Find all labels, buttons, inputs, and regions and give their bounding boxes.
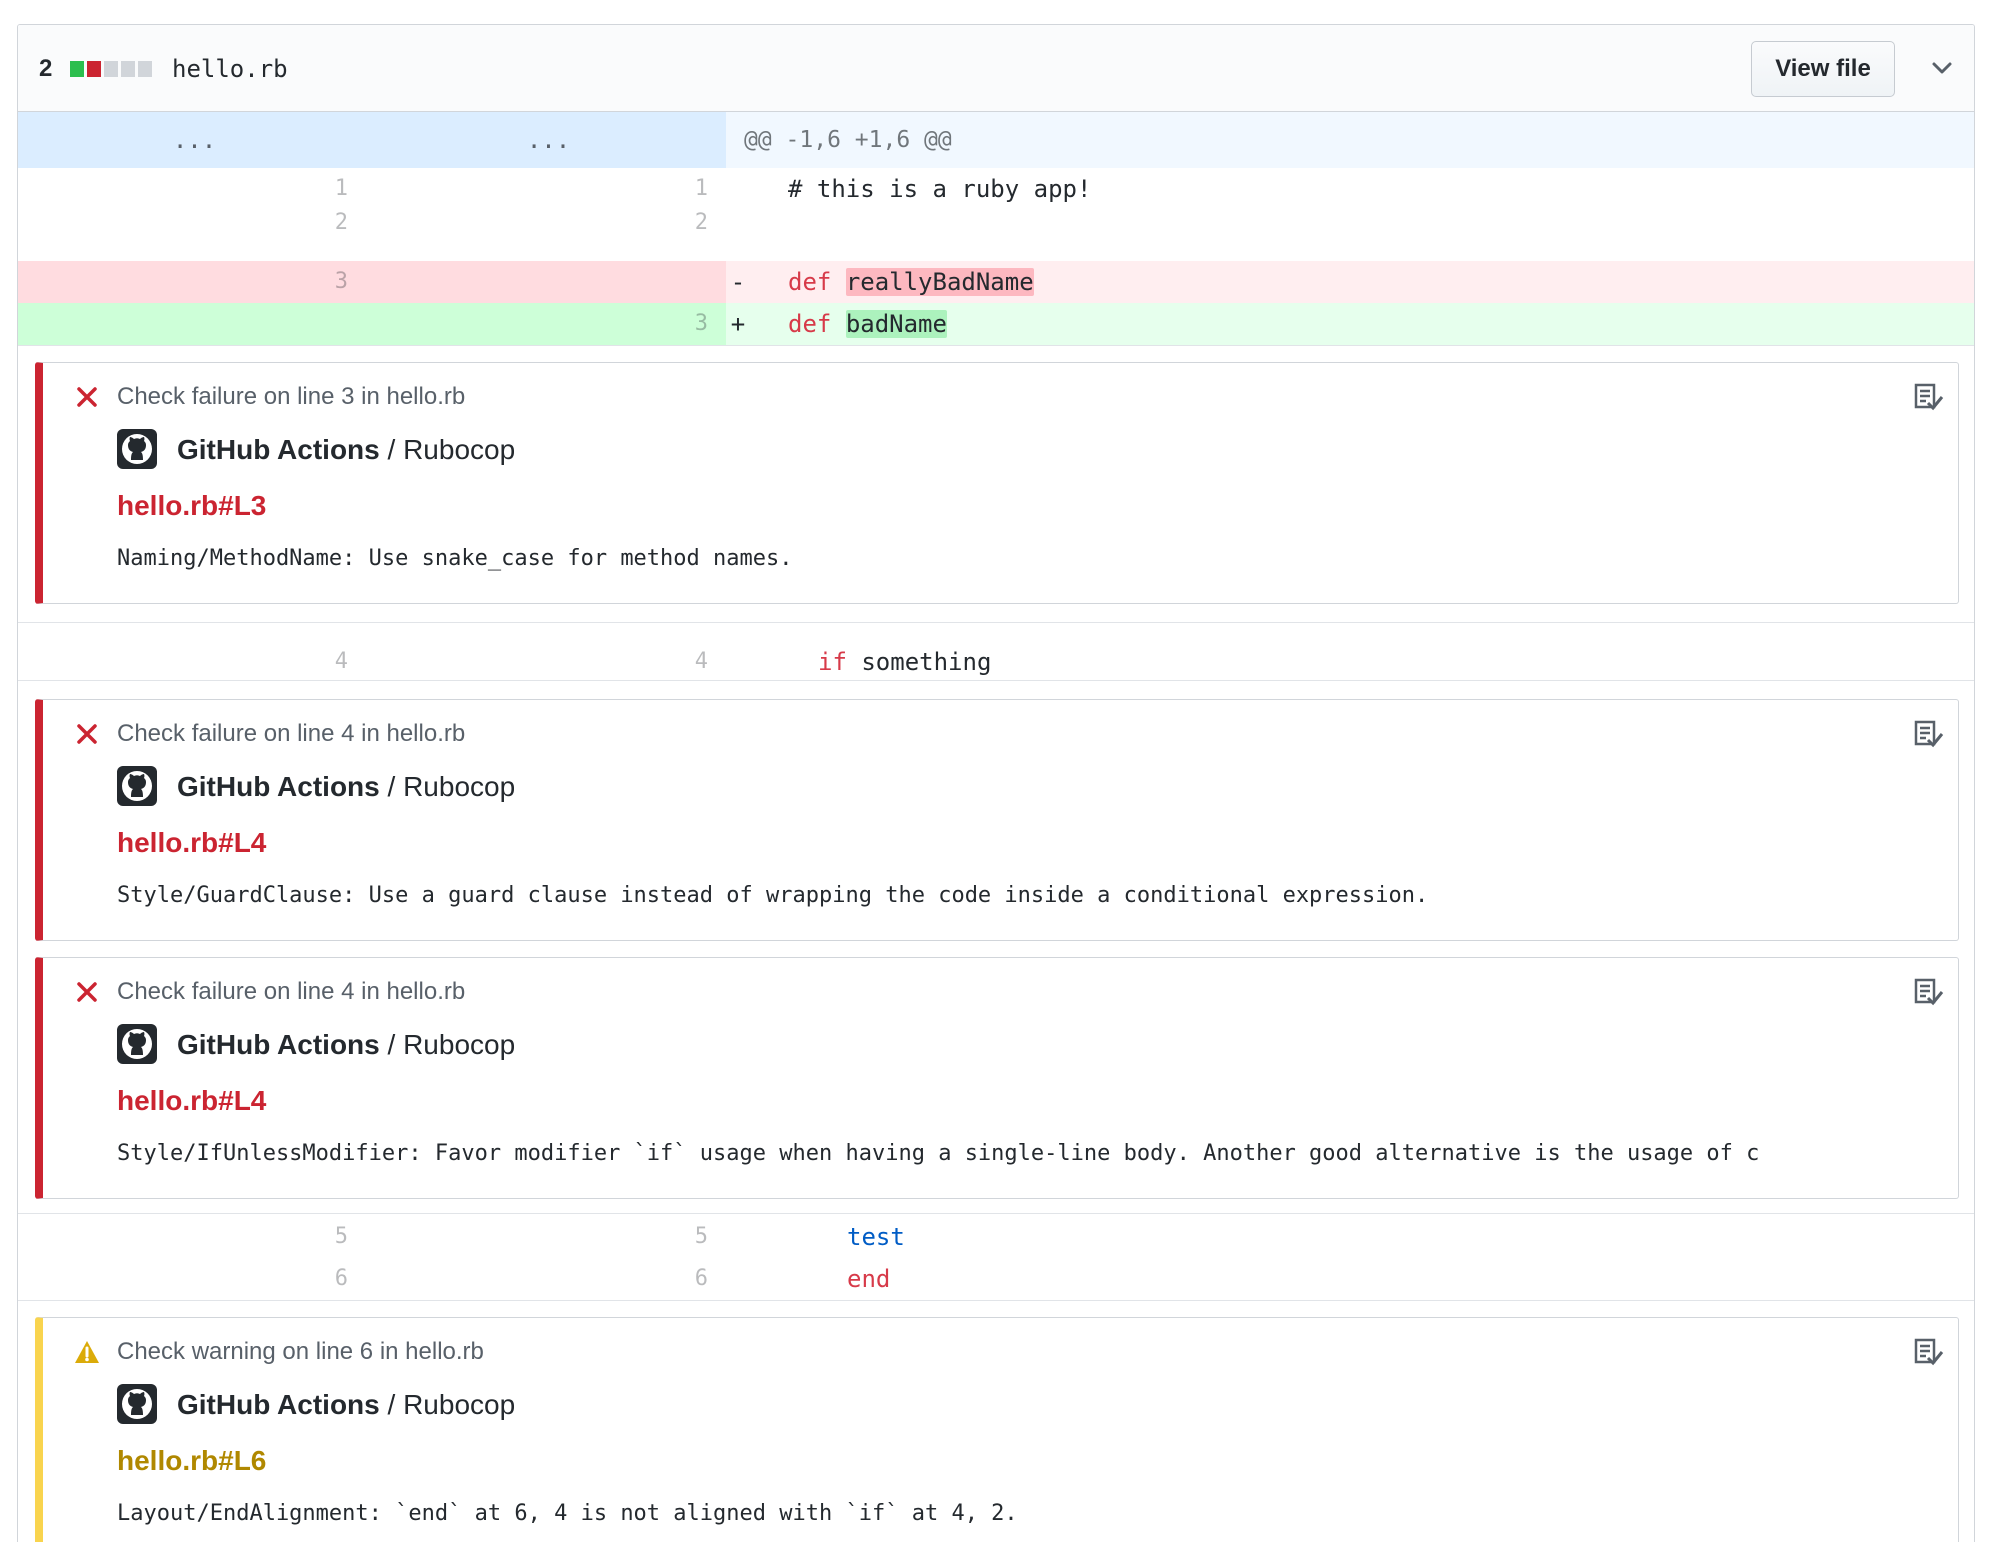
github-actions-avatar xyxy=(117,429,157,469)
view-file-button[interactable]: View file xyxy=(1751,41,1895,97)
code-added-highlight: badName xyxy=(845,310,947,338)
annotation-row: Check failure on line 4 in hello.rb GitH… xyxy=(18,680,1974,1214)
annotation-line-link[interactable]: hello.rb#L4 xyxy=(117,1084,266,1118)
app-name: GitHub Actions xyxy=(177,1389,380,1420)
hunk-header: @@ -1,6 +1,6 @@ xyxy=(744,127,952,153)
code-text: if something xyxy=(818,648,992,676)
x-icon xyxy=(77,982,97,1002)
code-text: def reallyBadName xyxy=(726,261,1974,303)
annotation-line-link[interactable]: hello.rb#L3 xyxy=(117,489,266,523)
annotation-line-link[interactable]: hello.rb#L6 xyxy=(117,1444,266,1478)
app-name: GitHub Actions xyxy=(177,771,380,802)
file-header: 2 hello.rb View file xyxy=(18,25,1974,112)
annotation-source: GitHub Actions / Rubocop xyxy=(177,771,516,802)
old-line-number[interactable]: 6 xyxy=(18,1258,348,1300)
annotation-message: Layout/EndAlignment: `end` at 6, 4 is no… xyxy=(117,1501,1018,1526)
code-keyword: if xyxy=(818,648,847,676)
annotation-status: Check warning on line 6 in hello.rb xyxy=(117,1338,484,1365)
annotation-message: Naming/MethodName: Use snake_case for me… xyxy=(117,546,793,571)
note-check-icon[interactable] xyxy=(1912,1336,1944,1368)
diffstat-block-added xyxy=(70,61,84,77)
app-name: GitHub Actions xyxy=(177,1029,380,1060)
note-check-icon[interactable] xyxy=(1912,976,1944,1008)
annotation-message: Style/IfUnlessModifier: Favor modifier `… xyxy=(117,1141,1760,1166)
diff-line: 5 5 test xyxy=(18,1216,1974,1258)
new-line-number[interactable]: 2 xyxy=(371,202,708,244)
diffstat-block-deleted xyxy=(87,61,101,77)
code-keyword: def xyxy=(788,310,832,338)
github-actions-avatar xyxy=(117,766,157,806)
diffstat-block-neutral xyxy=(138,61,152,77)
check-annotation: Check failure on line 3 in hello.rb GitH… xyxy=(35,362,1959,604)
github-actions-avatar xyxy=(117,1384,157,1424)
diff-change-count: 2 xyxy=(39,55,53,82)
code-text: test xyxy=(847,1223,905,1251)
new-line-number[interactable]: 5 xyxy=(371,1216,708,1258)
x-icon xyxy=(77,724,97,744)
expand-up-button[interactable]: ... xyxy=(18,112,371,168)
app-name: GitHub Actions xyxy=(177,434,380,465)
check-name: Rubocop xyxy=(403,434,516,465)
check-annotation: Check failure on line 4 in hello.rb GitH… xyxy=(35,957,1959,1199)
code-keyword: def xyxy=(788,268,832,296)
new-line-number[interactable]: 4 xyxy=(371,641,708,683)
diff-line-deleted: 3 def reallyBadName - xyxy=(18,261,1974,303)
diff-file: 2 hello.rb View file ... ... @@ -1,6 +1,… xyxy=(17,24,1975,1542)
annotation-status: Check failure on line 3 in hello.rb xyxy=(117,383,466,410)
diff-line: 6 6 end xyxy=(18,1258,1974,1300)
hunk-header-row: ... ... @@ -1,6 +1,6 @@ xyxy=(18,112,1974,168)
code-text: def badName xyxy=(726,303,1974,345)
note-check-icon[interactable] xyxy=(1912,381,1944,413)
annotation-source: GitHub Actions / Rubocop xyxy=(177,1389,516,1420)
diffstat-bar xyxy=(70,61,155,77)
annotation-source: GitHub Actions / Rubocop xyxy=(177,1029,516,1060)
diff-marker-added: + xyxy=(730,310,746,338)
annotation-row: Check warning on line 6 in hello.rb GitH… xyxy=(18,1300,1974,1542)
annotation-status: Check failure on line 4 in hello.rb xyxy=(117,720,466,747)
check-name: Rubocop xyxy=(403,771,516,802)
check-annotation: Check failure on line 4 in hello.rb GitH… xyxy=(35,699,1959,941)
alert-icon xyxy=(75,1341,99,1363)
old-line-number[interactable]: 2 xyxy=(18,202,348,244)
diffstat-block-neutral xyxy=(104,61,118,77)
new-line-number[interactable]: 6 xyxy=(371,1258,708,1300)
diff-marker-deleted: - xyxy=(730,268,746,296)
check-name: Rubocop xyxy=(403,1029,516,1060)
check-name: Rubocop xyxy=(403,1389,516,1420)
github-actions-avatar xyxy=(117,1024,157,1064)
diffstat-block-neutral xyxy=(121,61,135,77)
annotation-source: GitHub Actions / Rubocop xyxy=(177,434,516,465)
file-name-link[interactable]: hello.rb xyxy=(172,55,288,83)
x-icon xyxy=(77,387,97,407)
diff-line: 2 2 xyxy=(18,202,1974,244)
old-line-number[interactable]: 3 xyxy=(18,261,348,303)
code-deleted-highlight: reallyBadName xyxy=(845,268,1034,296)
annotation-row: Check failure on line 3 in hello.rb GitH… xyxy=(18,345,1974,623)
expand-down-button[interactable]: ... xyxy=(371,112,726,168)
code-text: end xyxy=(847,1265,891,1293)
note-check-icon[interactable] xyxy=(1912,718,1944,750)
check-annotation: Check warning on line 6 in hello.rb GitH… xyxy=(35,1317,1959,1542)
annotation-status: Check failure on line 4 in hello.rb xyxy=(117,978,466,1005)
old-line-number[interactable]: 4 xyxy=(18,641,348,683)
new-line-number[interactable]: 3 xyxy=(371,303,708,345)
diff-line-added: 3 def badName + xyxy=(18,303,1974,345)
old-line-number[interactable]: 5 xyxy=(18,1216,348,1258)
chevron-down-icon[interactable] xyxy=(1929,55,1955,81)
diff-line: 4 4 if something xyxy=(18,641,1974,683)
annotation-message: Style/GuardClause: Use a guard clause in… xyxy=(117,883,1429,908)
annotation-line-link[interactable]: hello.rb#L4 xyxy=(117,826,266,860)
